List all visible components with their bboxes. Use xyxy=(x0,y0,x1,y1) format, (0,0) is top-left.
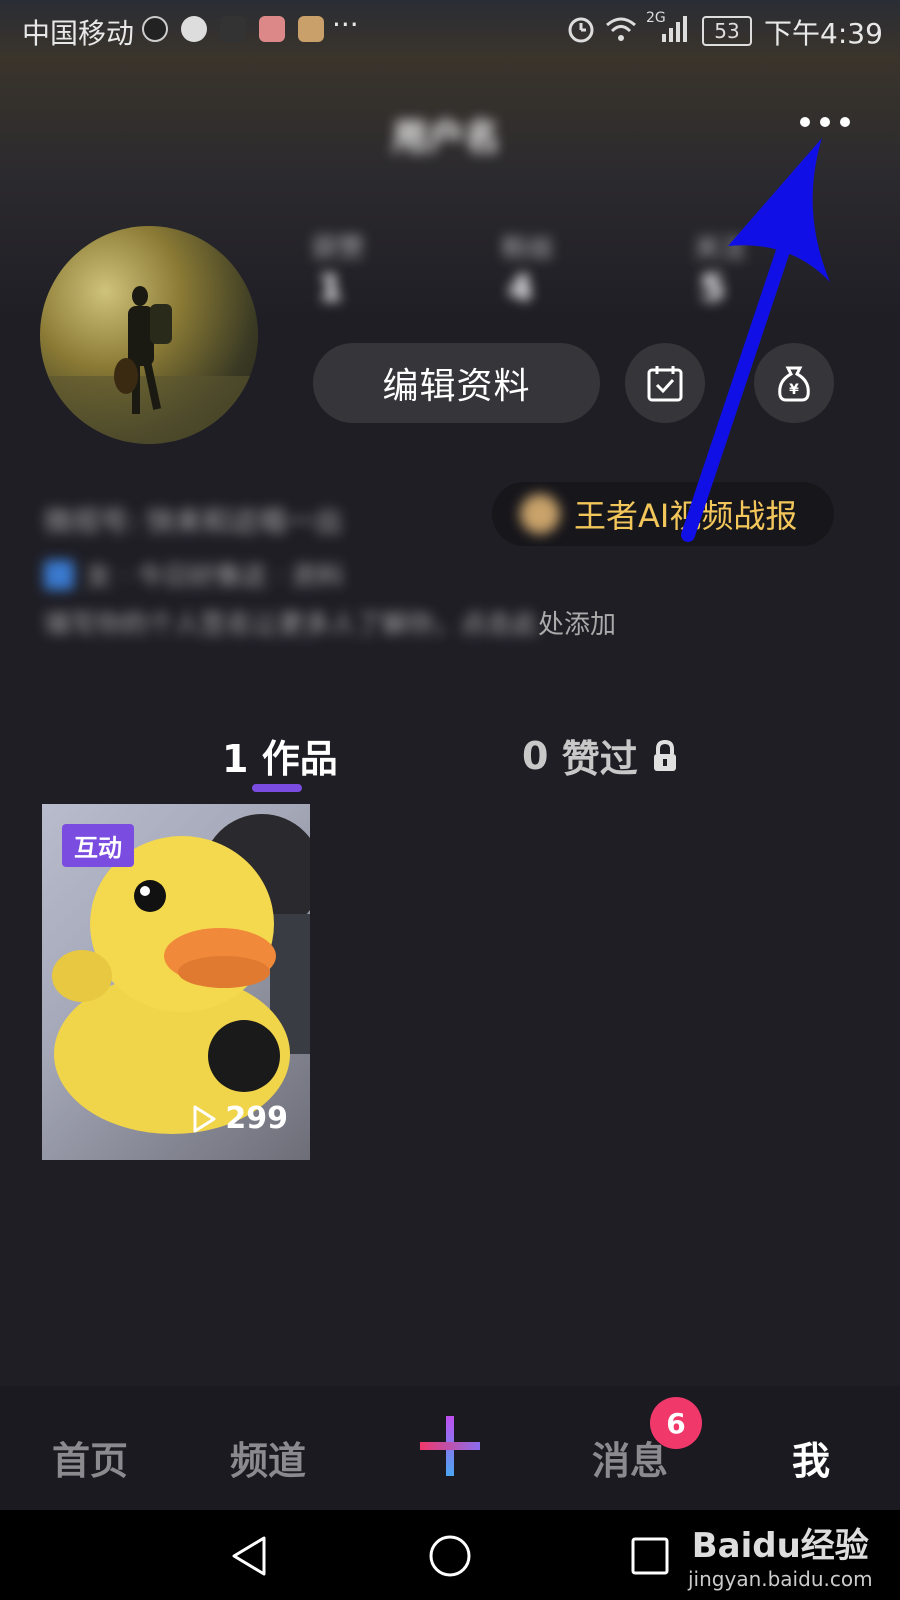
tab-liked[interactable]: 0 赞过 xyxy=(522,728,680,783)
stat-label-following: 关注 xyxy=(694,234,747,264)
home-circle-icon[interactable] xyxy=(428,1534,472,1578)
tab-works-count: 1 xyxy=(222,737,249,781)
watermark-brand: Baidu经验 xyxy=(691,1526,869,1566)
wallet-button[interactable]: ¥ xyxy=(754,343,834,423)
stat-value-fans[interactable]: 4 xyxy=(508,268,533,309)
stat-label-likes: 获赞 xyxy=(312,234,365,264)
profile-id: 微视号: 快来和这唱一出 xyxy=(44,505,343,538)
notification-icons xyxy=(142,16,325,46)
status-bar: 中国移动 ··· 2G 53 下午4:39 xyxy=(0,0,900,60)
wifi-icon xyxy=(606,17,636,41)
chat-bubble-icon xyxy=(181,16,208,42)
flower-app-icon xyxy=(259,16,286,42)
system-navigation-bar: Baidu经验 jingyan.baidu.com xyxy=(0,1510,900,1600)
alarm-icon xyxy=(568,17,594,43)
calendar-check-icon xyxy=(647,366,683,402)
promo-avatar-icon xyxy=(520,494,560,534)
promo-label: 王者AI视频战报 xyxy=(574,497,798,535)
promo-banner[interactable]: 王者AI视频战报 xyxy=(492,482,834,546)
tab-active-indicator xyxy=(252,784,302,792)
play-count: 299 xyxy=(191,1101,288,1136)
avatar-photo xyxy=(40,286,258,444)
tab-liked-count: 0 xyxy=(522,733,549,778)
stat-value-likes[interactable]: 1 xyxy=(318,268,343,309)
tab-works-label: 作品 xyxy=(261,737,338,781)
watermark-url: jingyan.baidu.com xyxy=(688,1567,873,1591)
tab-works[interactable]: 1 作品 xyxy=(222,728,338,783)
battery-icon: 53 xyxy=(702,16,752,46)
profile-username: 用户名 xyxy=(392,117,501,158)
video-thumbnail[interactable]: 互动 299 xyxy=(42,804,310,1160)
messages-badge: 6 xyxy=(650,1397,702,1449)
recent-apps-icon[interactable] xyxy=(630,1536,670,1576)
play-count-value: 299 xyxy=(225,1101,288,1136)
signal-icon xyxy=(662,16,687,42)
plus-icon xyxy=(420,1416,480,1476)
svg-text:¥: ¥ xyxy=(789,382,799,398)
nav-home[interactable]: 首页 xyxy=(52,1430,128,1485)
signature-visible-text: 处添加 xyxy=(538,610,617,640)
lock-icon xyxy=(653,739,676,771)
more-options-button[interactable] xyxy=(800,112,870,146)
create-button[interactable] xyxy=(420,1412,480,1480)
more-dot-icon xyxy=(800,117,810,127)
clock: 下午4:39 xyxy=(764,17,883,50)
camera-app-icon xyxy=(220,16,247,42)
carrier-label: 中国移动 xyxy=(22,17,135,50)
baidu-watermark: Baidu经验 jingyan.baidu.com xyxy=(688,1518,873,1591)
profile-signature[interactable]: 填写你的个人签名让更多人了解你，点击此 处添加 xyxy=(44,604,616,641)
avatar[interactable] xyxy=(40,226,258,444)
profile-tags: 女 · 今日好像这 · 资料 xyxy=(44,556,344,593)
more-notifications-label: ··· xyxy=(332,8,359,41)
back-icon[interactable] xyxy=(228,1534,272,1578)
bottom-navigation: 首页 频道 消息 我 xyxy=(0,1386,900,1510)
interactive-tag: 互动 xyxy=(62,824,134,867)
check-in-button[interactable] xyxy=(625,343,705,423)
more-dot-icon xyxy=(840,117,850,127)
nav-channel[interactable]: 频道 xyxy=(230,1430,306,1485)
play-icon xyxy=(193,1105,216,1132)
profile-tags-text: 女 · 今日好像这 · 资料 xyxy=(86,562,344,592)
money-bag-icon: ¥ xyxy=(778,366,810,402)
edit-profile-button[interactable]: 编辑资料 xyxy=(313,343,600,423)
tab-liked-label: 赞过 xyxy=(561,737,638,781)
more-dot-icon xyxy=(820,117,830,127)
signature-blurred-text: 填写你的个人签名让更多人了解你，点击此 xyxy=(44,610,539,640)
gender-icon xyxy=(44,559,74,590)
photo-app-icon xyxy=(298,16,325,42)
stat-value-following[interactable]: 5 xyxy=(700,268,725,309)
nav-me[interactable]: 我 xyxy=(792,1430,830,1485)
stat-label-fans: 粉丝 xyxy=(502,234,555,264)
edit-profile-label: 编辑资料 xyxy=(382,366,531,407)
music-app-icon xyxy=(142,16,168,42)
